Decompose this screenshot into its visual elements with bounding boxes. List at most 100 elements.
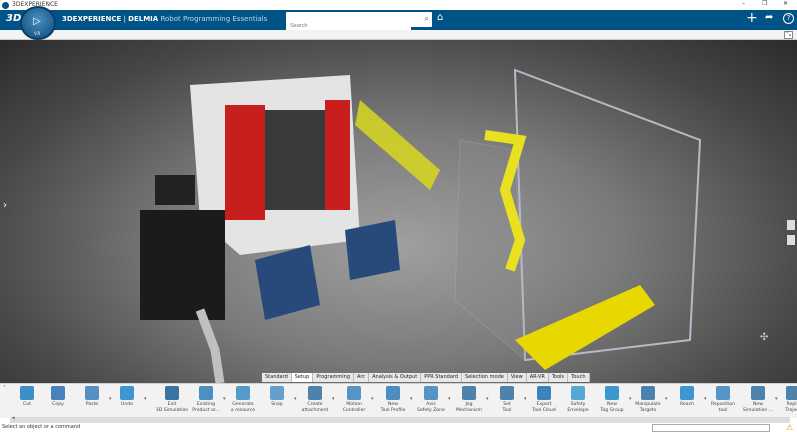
toolbar-scrollbar[interactable]: ◂ [10,415,790,423]
tool-label: Tag Group [600,407,624,413]
blue-bin-right [345,220,400,280]
tab-touch[interactable]: Touch [568,373,590,382]
tool-label: tool [718,407,728,413]
tool-label: Tool [502,407,512,413]
tool-motion-controller-button[interactable]: Motion Controller [334,386,374,413]
tool-label: Undo [120,402,133,407]
replay-icon [786,386,797,400]
scroll-left-icon[interactable]: ◂ [12,415,15,421]
tab-standard[interactable]: Standard [262,373,292,382]
tool-set-tool-button[interactable]: Set Tool [487,386,527,413]
simulation-icon [751,386,765,400]
tool-safety-zone-button[interactable]: Axis Safety Zone [411,386,451,413]
tool-existing-product-button[interactable]: Existing Product or... [186,386,226,413]
manipulate-targets-icon [641,386,655,400]
maximize-button[interactable]: ❐ [762,0,767,7]
tool-attachment-button[interactable]: Create attachment [295,386,335,413]
tag-icon[interactable]: ⌂ [437,12,443,23]
jog-icon [462,386,476,400]
help-icon[interactable]: ? [783,13,794,24]
tool-label: Reach [679,402,695,407]
share-icon[interactable]: ➦ [765,12,773,23]
exit-simulation-icon [165,386,179,400]
tab-tools[interactable]: Tools [549,373,569,382]
search-icon[interactable]: ⌕ [425,14,429,24]
tool-label: Traject [785,407,797,413]
existing-product-icon [199,386,213,400]
motion-controller-icon [347,386,361,400]
tool-reposition-button[interactable]: Reposition tool [703,386,743,413]
tag-group-icon [605,386,619,400]
tool-tool-profile-button[interactable]: New Tool Profile [373,386,413,413]
side-panel-toggle-icon[interactable] [787,220,795,230]
3d-viewport[interactable]: › ✣ [0,40,797,383]
tool-jog-button[interactable]: Jog Mechanism [449,386,489,413]
app-logo-icon [2,2,9,9]
tool-undo-button[interactable]: Undo [107,386,147,408]
tab-programming[interactable]: Programming [313,373,355,382]
export-cloud-icon [537,386,551,400]
collapse-toolbar-icon[interactable]: ˅ [3,385,6,392]
tab-setup[interactable]: Setup [291,373,314,382]
compass-label: V.R [34,31,41,36]
dropdown-arrow-icon[interactable]: ▾ [144,396,147,402]
tab-arc[interactable]: Arc [354,373,370,382]
generate-resource-icon [236,386,250,400]
conveyor [355,100,440,190]
tab-selection-mode[interactable]: Selection mode [462,373,508,382]
robot-cell-scene [140,68,702,383]
tool-label: Controller [342,407,366,413]
tool-manipulate-targets-button[interactable]: Manipulate Targets [628,386,668,413]
tool-label: Snap [271,402,283,407]
monitor [155,175,195,205]
warning-icon[interactable]: ⚠ [786,423,793,432]
machine-door-left [225,105,265,220]
tool-label: Targets [639,407,657,413]
set-tool-icon [500,386,514,400]
tool-reach-button[interactable]: Reach [667,386,707,408]
expand-panel-arrow-icon[interactable]: › [3,200,7,211]
close-button[interactable]: ✕ [783,0,788,7]
fullscreen-icon[interactable]: ⤡ [784,31,793,39]
tool-simulation-button[interactable]: New Simulation ... [738,386,778,413]
reach-icon [680,386,694,400]
tab-ppr-standard[interactable]: PPR Standard [421,373,463,382]
paste-icon [85,386,99,400]
minimize-button[interactable]: – [742,0,745,7]
status-message: Select an object or a command [2,424,81,430]
floor-hazard-stripes [515,285,655,370]
tool-snap-button[interactable]: Snap [257,386,297,408]
machine-interior [265,110,325,210]
tool-label: attachment [301,407,329,413]
search-box: ⌕ [286,12,432,34]
tool-label: Tool Profile [380,407,406,413]
compass-button[interactable]: ▷ V.R [20,6,56,40]
reposition-icon [716,386,730,400]
snap-icon [270,386,284,400]
view-compass-icon[interactable]: ✣ [760,332,768,343]
tab-view[interactable]: View [508,373,527,382]
action-bar: ˅ Cut Copy Paste ▾ Undo ▾ Exit 3D Simulation Exi… [0,383,797,418]
scissors-icon [20,386,34,400]
side-panel-toggle-2-icon[interactable] [787,235,795,245]
play-icon: ▷ [33,16,41,27]
brand-separator: | [123,15,126,23]
tool-replay-button[interactable]: ReplaTraject [773,386,797,413]
tab-ar-vr[interactable]: AR-VR [527,373,549,382]
blue-bin-left [255,245,320,320]
safety-zone-icon [424,386,438,400]
tab-analysis-output[interactable]: Analysis & Output [369,373,422,382]
command-input[interactable] [652,424,770,432]
tool-tag-group-button[interactable]: New Tag Group [592,386,632,413]
tool-cabinet [140,210,225,320]
tool-paste-button[interactable]: Paste [72,386,112,408]
undo-icon [120,386,134,400]
action-strip: ⤡ [0,30,797,40]
machine-door-right [325,100,350,210]
window-titlebar: 3DEXPERIENCE – ❐ ✕ [0,0,797,10]
add-icon[interactable]: + [746,10,758,26]
tool-label: Mechanism [455,407,483,413]
status-bar: Select an object or a command ⚠ [0,423,797,432]
attachment-icon [308,386,322,400]
copy-icon [51,386,65,400]
